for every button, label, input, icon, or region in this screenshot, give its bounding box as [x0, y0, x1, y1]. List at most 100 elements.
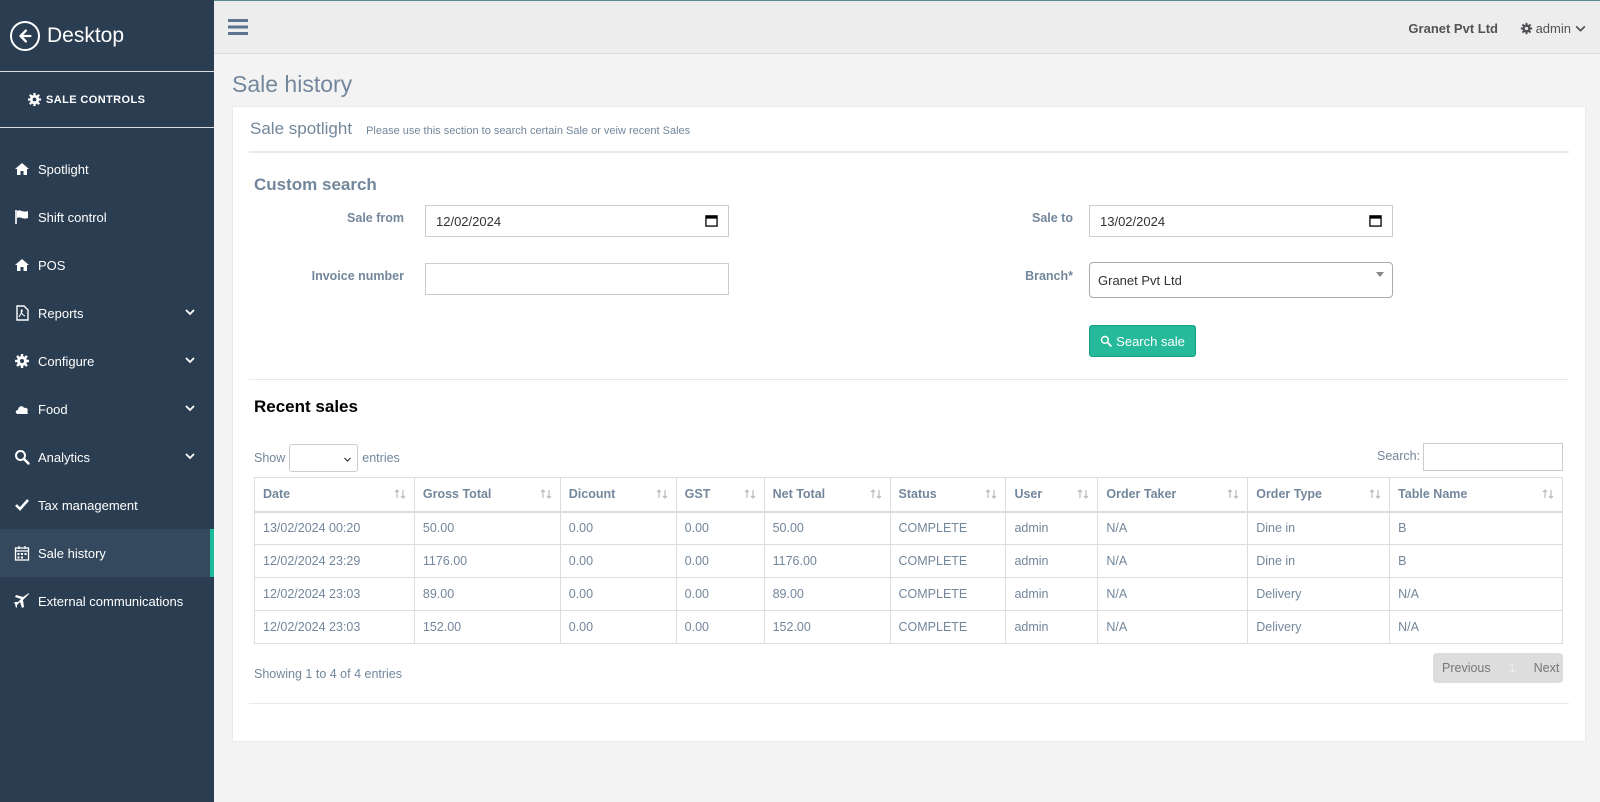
column-header[interactable]: Order Taker: [1097, 477, 1249, 513]
search-sale-button[interactable]: Search sale: [1089, 325, 1196, 357]
company-name: Granet Pvt Ltd: [1408, 21, 1498, 36]
invoice-number-input[interactable]: [425, 263, 729, 295]
table-cell: 12/02/2024 23:03: [254, 577, 415, 611]
sidebar-item-label: Sale history: [38, 545, 106, 561]
table-cell: 152.00: [763, 610, 891, 644]
sidebar: Desktop SALE CONTROLS Spotlight Shift co…: [0, 0, 214, 802]
column-header[interactable]: Table Name: [1389, 477, 1563, 513]
column-header[interactable]: Date: [254, 477, 415, 513]
calendar-icon[interactable]: [705, 214, 718, 227]
table-cell: 13/02/2024 00:20: [254, 511, 415, 545]
column-header-label: Order Type: [1256, 487, 1322, 502]
branch-value: Granet Pvt Ltd: [1098, 272, 1182, 288]
home-icon: [14, 161, 30, 177]
plane-icon: [14, 593, 30, 609]
table-cell: 0.00: [559, 577, 677, 611]
branch-label: Branch*: [1025, 269, 1073, 283]
column-header[interactable]: Net Total: [763, 477, 891, 513]
sidebar-item-shift-control[interactable]: Shift control: [0, 193, 214, 241]
table-cell: 50.00: [413, 511, 561, 545]
table-cell: admin: [1005, 511, 1099, 545]
table-cell: Delivery: [1247, 577, 1391, 611]
sidebar-item-sale-history[interactable]: Sale history: [0, 529, 214, 577]
table-cell: N/A: [1097, 610, 1249, 644]
column-header-label: Net Total: [772, 487, 826, 502]
sale-controls-label: SALE CONTROLS: [46, 93, 146, 106]
entries-select[interactable]: [289, 444, 359, 472]
back-arrow-icon[interactable]: [10, 20, 40, 51]
sidebar-item-food[interactable]: Food: [0, 385, 214, 433]
table-body: 13/02/2024 00:20 50.00 0.00 0.00 50.00 COMPLE…: [254, 511, 1563, 644]
next-page-button[interactable]: Next: [1534, 661, 1560, 675]
gear-icon: [14, 353, 30, 369]
sidebar-item-label: Food: [38, 401, 68, 417]
show-label: Show: [254, 451, 286, 465]
table-cell: 1176.00: [763, 544, 891, 578]
chevron-down-icon: [185, 357, 195, 364]
menu-toggle-icon[interactable]: [228, 17, 248, 37]
table-cell: N/A: [1389, 610, 1563, 644]
recent-sales-table: Date Gross Total Dicount GST Net Total Status…: [254, 477, 1563, 644]
sidebar-item-label: Spotlight: [38, 161, 89, 177]
sidebar-item-spotlight[interactable]: Spotlight: [0, 145, 214, 193]
sidebar-item-external-communications[interactable]: External communications: [0, 577, 214, 625]
table-cell: B: [1389, 544, 1563, 578]
gear-icon: [1520, 22, 1532, 35]
column-header[interactable]: Dicount: [559, 477, 677, 513]
table-cell: 0.00: [559, 544, 677, 578]
sort-icon: [744, 489, 756, 499]
chevron-down-icon: [185, 405, 195, 412]
column-header[interactable]: Gross Total: [413, 477, 561, 513]
custom-search-title: Custom search: [254, 175, 377, 194]
sale-to-input[interactable]: 13/02/2024: [1089, 205, 1393, 237]
table-cell: Dine in: [1247, 511, 1391, 545]
table-cell: 1176.00: [413, 544, 561, 578]
sort-icon: [870, 489, 881, 499]
sort-icon: [1369, 489, 1381, 499]
sidebar-item-tax-management[interactable]: Tax management: [0, 481, 214, 529]
branch-select[interactable]: Granet Pvt Ltd: [1089, 262, 1393, 298]
sort-icon: [656, 489, 668, 499]
sidebar-item-label: Analytics: [38, 449, 91, 465]
previous-page-button[interactable]: Previous: [1442, 661, 1491, 675]
home-icon: [14, 257, 30, 273]
sidebar-item-label: POS: [38, 257, 66, 273]
sort-icon: [540, 489, 552, 499]
panel-title: Sale spotlight: [250, 119, 353, 138]
table-cell: 12/02/2024 23:03: [254, 610, 415, 644]
current-page-button[interactable]: 1: [1509, 661, 1516, 675]
user-menu[interactable]: admin: [1520, 21, 1590, 36]
column-header[interactable]: GST: [675, 477, 765, 513]
table-cell: 89.00: [763, 577, 891, 611]
table-search-label: Search:: [1377, 449, 1421, 463]
caret-down-icon: [1376, 272, 1384, 277]
column-header[interactable]: Order Type: [1247, 477, 1391, 513]
sale-spotlight-panel: Sale spotlight Please use this section t…: [232, 106, 1586, 742]
search-icon: [1100, 335, 1112, 347]
chevron-down-icon: [185, 309, 195, 316]
calendar-icon[interactable]: [1369, 214, 1382, 227]
table-cell: admin: [1005, 544, 1099, 578]
column-header[interactable]: User: [1005, 477, 1099, 513]
section-divider: [249, 379, 1569, 380]
sale-from-input[interactable]: 12/02/2024: [425, 205, 729, 237]
gear-icon: [27, 92, 42, 107]
pagination: Previous 1 Next: [1433, 653, 1563, 683]
sidebar-item-analytics[interactable]: Analytics: [0, 433, 214, 481]
sidebar-brand[interactable]: Desktop: [0, 0, 214, 72]
table-info: Showing 1 to 4 of 4 entries: [254, 667, 403, 681]
recent-sales-title: Recent sales: [254, 397, 358, 416]
table-cell: B: [1389, 511, 1563, 545]
table-search-input[interactable]: [1423, 443, 1563, 471]
column-header[interactable]: Status: [889, 477, 1007, 513]
sidebar-item-pos[interactable]: POS: [0, 241, 214, 289]
table-cell: 50.00: [763, 511, 891, 545]
sidebar-item-configure[interactable]: Configure: [0, 337, 214, 385]
sort-icon: [986, 489, 997, 499]
table-cell: 0.00: [675, 577, 765, 611]
sidebar-item-reports[interactable]: Reports: [0, 289, 214, 337]
column-header-label: Order Taker: [1106, 487, 1177, 502]
table-row: 12/02/2024 23:03 152.00 0.00 0.00 152.00 COMP…: [254, 610, 1563, 644]
column-header-label: Gross Total: [422, 487, 492, 502]
invoice-number-label: Invoice number: [311, 269, 404, 283]
